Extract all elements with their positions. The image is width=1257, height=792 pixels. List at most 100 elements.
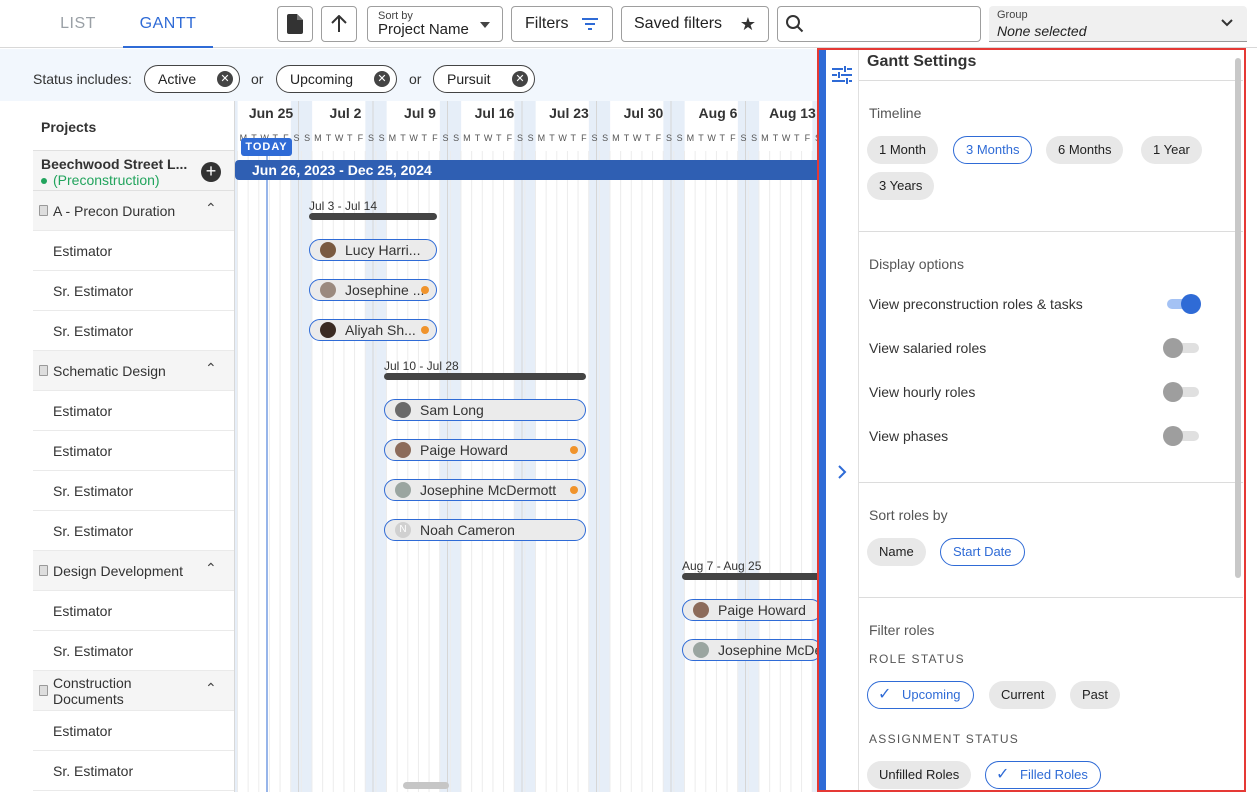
phase-date-range: Jul 10 - Jul 28 (384, 359, 459, 373)
clipboard-icon (39, 365, 48, 376)
phase-row[interactable]: Schematic Design ⌃ (33, 351, 234, 391)
chevron-up-icon[interactable]: ⌃ (205, 560, 217, 577)
role-row[interactable]: Estimator (33, 431, 234, 471)
phase-bar[interactable] (682, 573, 818, 580)
timeline-option[interactable]: 3 Years (867, 172, 935, 200)
assignment-status-label: Unfilled Roles (879, 767, 960, 782)
role-row[interactable]: Sr. Estimator (33, 631, 234, 671)
panel-scrollbar[interactable] (1235, 58, 1241, 578)
week-label: Jun 25 (249, 105, 294, 121)
weekend-shade (663, 101, 674, 792)
divider (859, 231, 1243, 232)
settings-sliders-icon[interactable] (832, 66, 852, 84)
role-row[interactable]: Estimator (33, 231, 234, 271)
assignment-pill[interactable]: Sam Long (384, 399, 586, 421)
sort-direction-button[interactable] (321, 6, 357, 42)
chevron-right-icon[interactable] (837, 465, 847, 479)
day-letter: S (443, 133, 449, 143)
chevron-up-icon[interactable]: ⌃ (205, 680, 217, 697)
role-row[interactable]: Sr. Estimator (33, 471, 234, 511)
role-row[interactable]: Estimator (33, 391, 234, 431)
phase-row[interactable]: A - Precon Duration ⌃ (33, 191, 234, 231)
day-letter: M (612, 133, 620, 143)
day-letter: W (558, 133, 567, 143)
role-status-option[interactable]: Past (1070, 681, 1121, 709)
day-letter: W (782, 133, 791, 143)
day-letter: S (304, 133, 310, 143)
sort-option[interactable]: Name (867, 538, 926, 566)
phase-label: Schematic Design (53, 363, 166, 379)
remove-chip-icon[interactable]: ✕ (512, 71, 528, 87)
assignment-pill[interactable]: Josephine McDe (682, 639, 818, 661)
display-option-toggle[interactable] (1163, 338, 1203, 358)
timeline-option[interactable]: 3 Months (953, 136, 1033, 164)
day-letter: F (805, 133, 811, 143)
check-icon: ✓ (878, 686, 892, 703)
status-dot-icon (421, 286, 429, 294)
assignment-status-option[interactable]: Unfilled Roles (867, 761, 972, 789)
project-row[interactable]: Beechwood Street L... (Preconstruction) … (33, 151, 234, 191)
assignee-name: Lucy Harri... (345, 242, 421, 258)
role-row[interactable]: Sr. Estimator (33, 271, 234, 311)
filters-button[interactable]: Filters (511, 6, 613, 42)
display-option-toggle[interactable] (1163, 382, 1203, 402)
display-option-toggle[interactable] (1163, 426, 1203, 446)
role-label: Sr. Estimator (53, 763, 134, 779)
status-chip-pursuit[interactable]: Pursuit ✕ (433, 65, 535, 93)
tab-list[interactable]: LIST (40, 0, 116, 48)
export-button[interactable] (277, 6, 313, 42)
assignment-pill[interactable]: Aliyah Sh... (309, 319, 437, 341)
role-row[interactable]: Estimator (33, 711, 234, 751)
assignment-pill[interactable]: Paige Howard (682, 599, 818, 621)
search-input[interactable] (777, 6, 981, 42)
phase-row[interactable]: Design Development ⌃ (33, 551, 234, 591)
assignment-pill[interactable]: N Noah Cameron (384, 519, 586, 541)
timeline-option[interactable]: 1 Year (1141, 136, 1202, 164)
sort-option[interactable]: Start Date (940, 538, 1025, 566)
status-chip-active[interactable]: Active ✕ (144, 65, 240, 93)
assignment-pill[interactable]: Josephine McDermott (384, 479, 586, 501)
group-select[interactable]: Group None selected (989, 6, 1247, 42)
add-icon[interactable]: + (201, 162, 221, 182)
role-row[interactable]: Sr. Estimator (33, 311, 234, 351)
search-icon (786, 15, 804, 33)
remove-chip-icon[interactable]: ✕ (374, 71, 390, 87)
assignment-pill[interactable]: Paige Howard (384, 439, 586, 461)
role-row[interactable]: Sr. Estimator (33, 751, 234, 791)
saved-filters-button[interactable]: Saved filters ★ (621, 6, 769, 42)
timeline-option[interactable]: 1 Month (867, 136, 938, 164)
assignment-status-option[interactable]: ✓ Filled Roles (985, 761, 1101, 789)
day-letter: T (549, 133, 555, 143)
phase-bar[interactable] (384, 373, 586, 380)
assignee-name: Paige Howard (420, 442, 508, 458)
assignment-pill[interactable]: Josephine ... (309, 279, 437, 301)
role-row[interactable]: Estimator (33, 591, 234, 631)
saved-filters-label: Saved filters (634, 15, 723, 32)
status-chip-upcoming[interactable]: Upcoming ✕ (276, 65, 397, 93)
horizontal-scrollbar[interactable] (403, 782, 449, 789)
day-letter: S (517, 133, 523, 143)
chevron-up-icon[interactable]: ⌃ (205, 360, 217, 377)
role-status-option[interactable]: Current (989, 681, 1057, 709)
sort-by-select[interactable]: Sort by Project Name (367, 6, 503, 42)
timeline-option[interactable]: 6 Months (1046, 136, 1124, 164)
role-label: Estimator (53, 403, 113, 419)
remove-chip-icon[interactable]: ✕ (217, 71, 233, 87)
project-status-text: (Preconstruction) (53, 172, 160, 188)
role-status-option[interactable]: ✓ Upcoming (867, 681, 974, 709)
day-letter: F (358, 133, 364, 143)
display-option-toggle[interactable] (1163, 294, 1203, 314)
status-dot-icon (41, 178, 47, 185)
chevron-up-icon[interactable]: ⌃ (205, 200, 217, 217)
assignment-pill[interactable]: Lucy Harri... (309, 239, 437, 261)
day-letter: T (326, 133, 332, 143)
project-status: (Preconstruction) (41, 172, 160, 188)
or-label: or (409, 71, 422, 87)
tab-gantt[interactable]: GANTT (123, 0, 213, 48)
phase-row[interactable]: Construction Documents ⌃ (33, 671, 234, 711)
role-label: Sr. Estimator (53, 283, 134, 299)
project-timeline-bar[interactable]: Jun 26, 2023 - Dec 25, 2024 (235, 160, 818, 180)
phase-bar[interactable] (309, 213, 437, 220)
role-row[interactable]: Sr. Estimator (33, 511, 234, 551)
day-letter: T (475, 133, 481, 143)
